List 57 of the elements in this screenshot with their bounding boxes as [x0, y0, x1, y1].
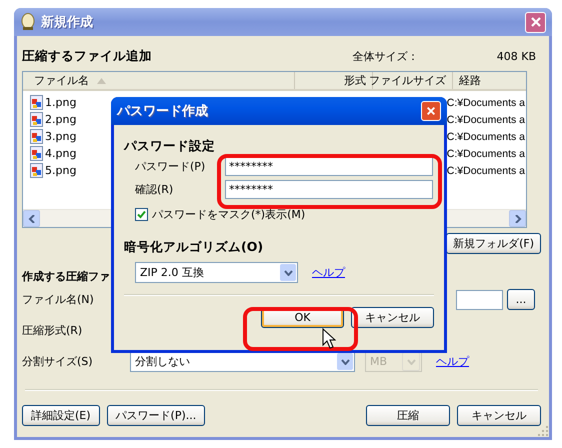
close-button[interactable] — [421, 101, 441, 121]
window-title: 新規作成 — [41, 14, 94, 31]
dialog-button[interactable]: キャンセル — [457, 405, 541, 426]
close-button[interactable] — [525, 12, 546, 32]
file-name[interactable]: 4.png — [23, 146, 76, 161]
section-heading: 作成する圧縮ファ — [22, 269, 110, 284]
file-path: C:¥Documents a — [446, 130, 526, 142]
dialog-button[interactable]: 詳細設定(E) — [22, 405, 100, 426]
split-size-label: 分割サイズ(S) — [22, 354, 94, 369]
algorithm-dropdown[interactable]: ZIP 2.0 互換 — [135, 262, 298, 283]
file-path: C:¥Documents a — [446, 164, 526, 176]
new-folder-button[interactable]: 新規フォルダ(F) — [446, 233, 541, 254]
scroll-left-button[interactable] — [23, 210, 40, 227]
help-link[interactable]: ヘルプ — [436, 354, 469, 369]
browse-button[interactable]: ... — [507, 289, 535, 310]
password-label: パスワード(P) — [134, 159, 206, 174]
chevron-left-icon — [28, 214, 36, 222]
file-path: C:¥Documents a — [446, 148, 526, 160]
file-path: C:¥Documents a — [446, 96, 526, 108]
image-file-icon — [30, 163, 43, 178]
help-link[interactable]: ヘルプ — [312, 265, 345, 280]
dialog-button[interactable]: 圧縮 — [366, 405, 450, 426]
image-file-icon — [30, 129, 43, 144]
image-file-icon — [30, 95, 43, 110]
total-size-label: 全体サイズ： — [352, 48, 419, 64]
chevron-right-icon — [514, 214, 522, 222]
egg-icon — [20, 13, 36, 31]
dialog-button[interactable]: キャンセル — [351, 307, 434, 328]
scroll-right-button[interactable] — [509, 210, 526, 227]
file-name-field[interactable] — [456, 290, 503, 310]
password-field[interactable]: ******** — [225, 157, 433, 176]
section-heading: 圧縮するファイル追加 — [22, 48, 152, 64]
image-file-icon — [30, 146, 43, 161]
section-heading: パスワード設定 — [124, 138, 216, 155]
format-label: 圧縮形式(R) — [22, 323, 84, 338]
close-icon — [530, 16, 542, 28]
resize-grip-icon[interactable] — [538, 426, 548, 436]
total-size-value: 408 KB — [496, 50, 536, 62]
close-icon — [426, 106, 436, 116]
checkbox[interactable] — [135, 208, 148, 221]
file-name[interactable]: 1.png — [23, 95, 76, 110]
cursor-icon — [322, 328, 336, 350]
file-path: C:¥Documents a — [446, 114, 526, 126]
file-name[interactable]: 5.png — [23, 163, 76, 178]
confirm-label: 確認(R) — [134, 182, 174, 197]
dialog-title: パスワード作成 — [117, 103, 209, 120]
file-name-label: ファイル名(N) — [22, 292, 95, 307]
file-name[interactable]: 3.png — [23, 129, 76, 144]
column-header[interactable]: ファイル名 — [23, 72, 295, 89]
file-name[interactable]: 2.png — [23, 112, 76, 127]
column-header[interactable]: 経路 — [453, 72, 526, 89]
section-heading: 暗号化アルゴリズム(O) — [124, 239, 264, 256]
image-file-icon — [30, 112, 43, 127]
mask-checkbox-label[interactable]: パスワードをマスク(*)表示(M) — [152, 207, 306, 222]
confirm-password-field[interactable]: ******** — [225, 180, 433, 199]
dialog-button[interactable]: パスワード(P)... — [106, 405, 206, 426]
split-size-dropdown[interactable]: 分割しない — [130, 351, 355, 372]
